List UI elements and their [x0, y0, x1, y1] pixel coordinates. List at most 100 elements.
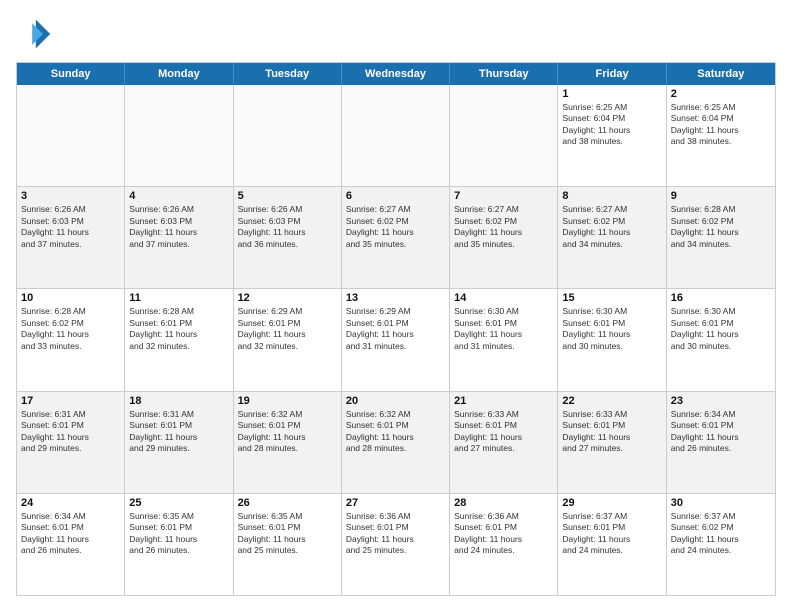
day-number: 16	[671, 292, 771, 304]
calendar-row-3: 17 Sunrise: 6:31 AM Sunset: 6:01 PM Dayli…	[17, 391, 775, 493]
day-cell-13: 13 Sunrise: 6:29 AM Sunset: 6:01 PM Dayli…	[342, 289, 450, 390]
day-number: 10	[21, 292, 120, 304]
day-cell-29: 29Sunrise: 6:37 AM Sunset: 6:01 PM Dayli…	[558, 494, 666, 595]
day-cell-25: 25 Sunrise: 6:35 AM Sunset: 6:01 PM Dayli…	[125, 494, 233, 595]
calendar: SundayMondayTuesdayWednesdayThursdayFrid…	[16, 62, 776, 596]
day-cell-19: 19 Sunrise: 6:32 AM Sunset: 6:01 PM Dayli…	[234, 392, 342, 493]
day-info: Sunrise: 6:30 AM Sunset: 6:01 PM Dayligh…	[562, 306, 661, 352]
day-number: 27	[346, 497, 445, 509]
day-number: 8	[562, 190, 661, 202]
day-number: 20	[346, 395, 445, 407]
day-info: Sunrise: 6:31 AM Sunset: 6:01 PM Dayligh…	[21, 409, 120, 455]
day-number: 7	[454, 190, 553, 202]
day-number: 15	[562, 292, 661, 304]
day-info: Sunrise: 6:35 AM Sunset: 6:01 PM Dayligh…	[238, 511, 337, 557]
day-cell-1: 1 Sunrise: 6:25 AM Sunset: 6:04 PM Daylig…	[558, 85, 666, 186]
day-info: Sunrise: 6:25 AM Sunset: 6:04 PM Dayligh…	[562, 102, 661, 148]
day-cell-30: 30 Sunrise: 6:37 AM Sunset: 6:02 PM Dayli…	[667, 494, 775, 595]
day-number: 3	[21, 190, 120, 202]
calendar-body: 1 Sunrise: 6:25 AM Sunset: 6:04 PM Daylig…	[17, 85, 775, 595]
header-day-thursday: Thursday	[450, 63, 558, 85]
day-number: 6	[346, 190, 445, 202]
day-info: Sunrise: 6:29 AM Sunset: 6:01 PM Dayligh…	[346, 306, 445, 352]
header-day-tuesday: Tuesday	[234, 63, 342, 85]
day-cell-5: 5 Sunrise: 6:26 AM Sunset: 6:03 PM Daylig…	[234, 187, 342, 288]
day-cell-10: 10 Sunrise: 6:28 AM Sunset: 6:02 PM Dayli…	[17, 289, 125, 390]
header-day-sunday: Sunday	[17, 63, 125, 85]
day-info: Sunrise: 6:34 AM Sunset: 6:01 PM Dayligh…	[21, 511, 120, 557]
page: SundayMondayTuesdayWednesdayThursdayFrid…	[0, 0, 792, 612]
day-number: 13	[346, 292, 445, 304]
day-info: Sunrise: 6:33 AM Sunset: 6:01 PM Dayligh…	[454, 409, 553, 455]
header-day-saturday: Saturday	[667, 63, 775, 85]
day-cell-20: 20 Sunrise: 6:32 AM Sunset: 6:01 PM Dayli…	[342, 392, 450, 493]
day-number: 5	[238, 190, 337, 202]
empty-cell-0-2	[234, 85, 342, 186]
empty-cell-0-1	[125, 85, 233, 186]
day-info: Sunrise: 6:27 AM Sunset: 6:02 PM Dayligh…	[562, 204, 661, 250]
calendar-row-2: 10 Sunrise: 6:28 AM Sunset: 6:02 PM Dayli…	[17, 288, 775, 390]
day-cell-9: 9Sunrise: 6:28 AM Sunset: 6:02 PM Daylig…	[667, 187, 775, 288]
day-cell-11: 11Sunrise: 6:28 AM Sunset: 6:01 PM Dayli…	[125, 289, 233, 390]
day-number: 17	[21, 395, 120, 407]
day-number: 26	[238, 497, 337, 509]
day-cell-24: 24 Sunrise: 6:34 AM Sunset: 6:01 PM Dayli…	[17, 494, 125, 595]
logo	[16, 16, 56, 52]
calendar-row-1: 3 Sunrise: 6:26 AM Sunset: 6:03 PM Daylig…	[17, 186, 775, 288]
empty-cell-0-4	[450, 85, 558, 186]
day-cell-15: 15 Sunrise: 6:30 AM Sunset: 6:01 PM Dayli…	[558, 289, 666, 390]
header	[16, 16, 776, 52]
day-cell-4: 4Sunrise: 6:26 AM Sunset: 6:03 PM Daylig…	[125, 187, 233, 288]
header-day-friday: Friday	[558, 63, 666, 85]
day-cell-14: 14Sunrise: 6:30 AM Sunset: 6:01 PM Dayli…	[450, 289, 558, 390]
day-cell-17: 17 Sunrise: 6:31 AM Sunset: 6:01 PM Dayli…	[17, 392, 125, 493]
day-cell-18: 18Sunrise: 6:31 AM Sunset: 6:01 PM Dayli…	[125, 392, 233, 493]
day-number: 11	[129, 292, 228, 304]
day-number: 24	[21, 497, 120, 509]
day-info: Sunrise: 6:30 AM Sunset: 6:01 PM Dayligh…	[671, 306, 771, 352]
logo-icon	[16, 16, 52, 52]
calendar-row-0: 1 Sunrise: 6:25 AM Sunset: 6:04 PM Daylig…	[17, 85, 775, 186]
day-number: 30	[671, 497, 771, 509]
empty-cell-0-0	[17, 85, 125, 186]
day-info: Sunrise: 6:32 AM Sunset: 6:01 PM Dayligh…	[238, 409, 337, 455]
day-number: 29	[562, 497, 661, 509]
day-number: 22	[562, 395, 661, 407]
day-cell-12: 12Sunrise: 6:29 AM Sunset: 6:01 PM Dayli…	[234, 289, 342, 390]
day-cell-16: 16 Sunrise: 6:30 AM Sunset: 6:01 PM Dayli…	[667, 289, 775, 390]
empty-cell-0-3	[342, 85, 450, 186]
header-day-wednesday: Wednesday	[342, 63, 450, 85]
day-cell-27: 27Sunrise: 6:36 AM Sunset: 6:01 PM Dayli…	[342, 494, 450, 595]
day-cell-28: 28Sunrise: 6:36 AM Sunset: 6:01 PM Dayli…	[450, 494, 558, 595]
day-cell-2: 2 Sunrise: 6:25 AM Sunset: 6:04 PM Daylig…	[667, 85, 775, 186]
day-number: 21	[454, 395, 553, 407]
day-cell-21: 21 Sunrise: 6:33 AM Sunset: 6:01 PM Dayli…	[450, 392, 558, 493]
day-cell-22: 22 Sunrise: 6:33 AM Sunset: 6:01 PM Dayli…	[558, 392, 666, 493]
day-number: 25	[129, 497, 228, 509]
day-info: Sunrise: 6:30 AM Sunset: 6:01 PM Dayligh…	[454, 306, 553, 352]
day-info: Sunrise: 6:32 AM Sunset: 6:01 PM Dayligh…	[346, 409, 445, 455]
day-info: Sunrise: 6:25 AM Sunset: 6:04 PM Dayligh…	[671, 102, 771, 148]
day-info: Sunrise: 6:26 AM Sunset: 6:03 PM Dayligh…	[21, 204, 120, 250]
day-number: 1	[562, 88, 661, 100]
day-info: Sunrise: 6:28 AM Sunset: 6:02 PM Dayligh…	[21, 306, 120, 352]
day-info: Sunrise: 6:34 AM Sunset: 6:01 PM Dayligh…	[671, 409, 771, 455]
day-cell-8: 8 Sunrise: 6:27 AM Sunset: 6:02 PM Daylig…	[558, 187, 666, 288]
day-number: 28	[454, 497, 553, 509]
day-info: Sunrise: 6:27 AM Sunset: 6:02 PM Dayligh…	[346, 204, 445, 250]
day-number: 19	[238, 395, 337, 407]
day-cell-3: 3 Sunrise: 6:26 AM Sunset: 6:03 PM Daylig…	[17, 187, 125, 288]
day-cell-26: 26 Sunrise: 6:35 AM Sunset: 6:01 PM Dayli…	[234, 494, 342, 595]
day-info: Sunrise: 6:26 AM Sunset: 6:03 PM Dayligh…	[129, 204, 228, 250]
day-cell-7: 7 Sunrise: 6:27 AM Sunset: 6:02 PM Daylig…	[450, 187, 558, 288]
day-info: Sunrise: 6:31 AM Sunset: 6:01 PM Dayligh…	[129, 409, 228, 455]
day-info: Sunrise: 6:35 AM Sunset: 6:01 PM Dayligh…	[129, 511, 228, 557]
day-info: Sunrise: 6:27 AM Sunset: 6:02 PM Dayligh…	[454, 204, 553, 250]
day-info: Sunrise: 6:29 AM Sunset: 6:01 PM Dayligh…	[238, 306, 337, 352]
header-day-monday: Monday	[125, 63, 233, 85]
day-info: Sunrise: 6:28 AM Sunset: 6:02 PM Dayligh…	[671, 204, 771, 250]
day-info: Sunrise: 6:26 AM Sunset: 6:03 PM Dayligh…	[238, 204, 337, 250]
day-number: 2	[671, 88, 771, 100]
day-info: Sunrise: 6:37 AM Sunset: 6:02 PM Dayligh…	[671, 511, 771, 557]
day-info: Sunrise: 6:33 AM Sunset: 6:01 PM Dayligh…	[562, 409, 661, 455]
